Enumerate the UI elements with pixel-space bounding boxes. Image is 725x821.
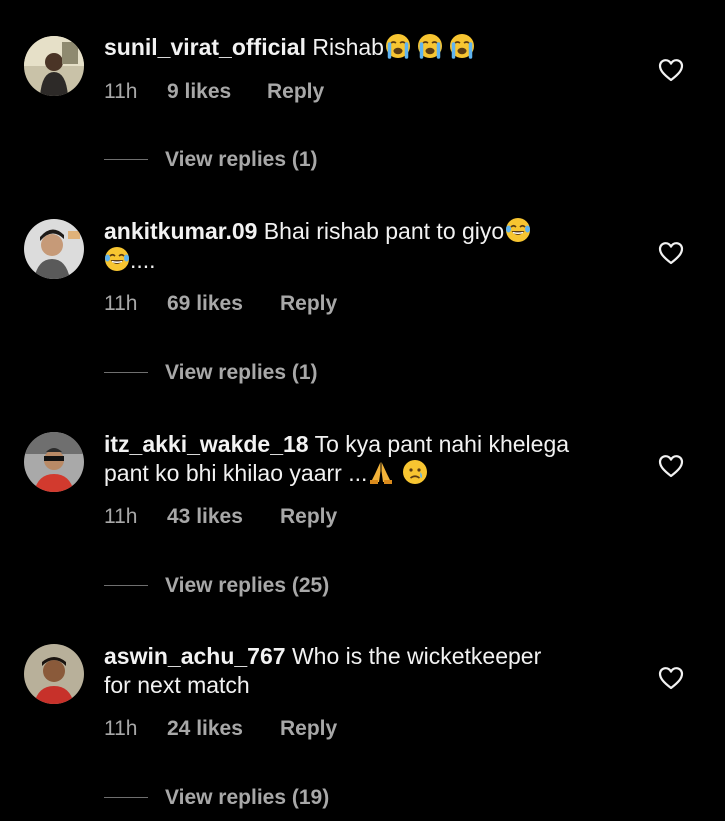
heart-icon[interactable] bbox=[658, 58, 684, 82]
loudly-crying-face-emoji-icon bbox=[385, 33, 411, 59]
comment-body: Who is the wicketkeeper bbox=[285, 643, 542, 669]
heart-icon[interactable] bbox=[658, 241, 684, 265]
divider bbox=[104, 797, 148, 798]
comment-username[interactable]: ankitkumar.09 bbox=[104, 218, 257, 244]
comment-body: To kya pant nahi khelega bbox=[308, 431, 570, 457]
comment-time: 11h bbox=[104, 292, 138, 315]
divider bbox=[104, 585, 148, 586]
comment-likes[interactable]: 69 likes bbox=[167, 292, 243, 316]
comment-likes[interactable]: 9 likes bbox=[167, 80, 231, 104]
view-replies-button[interactable]: View replies (1) bbox=[165, 361, 318, 385]
comment-text: ankitkumar.09 Bhai rishab pant to giyo .… bbox=[104, 217, 624, 275]
comment-likes[interactable]: 43 likes bbox=[167, 505, 243, 529]
divider bbox=[104, 372, 148, 373]
crying-face-emoji-icon bbox=[402, 459, 428, 485]
reply-button[interactable]: Reply bbox=[280, 505, 337, 529]
view-replies-button[interactable]: View replies (25) bbox=[165, 574, 329, 598]
divider bbox=[104, 159, 148, 160]
face-with-tears-of-joy-emoji-icon bbox=[505, 217, 531, 243]
comment-body: Rishab bbox=[305, 34, 384, 60]
avatar[interactable] bbox=[24, 432, 84, 492]
comment-body-line2: for next match bbox=[104, 672, 250, 698]
heart-icon[interactable] bbox=[658, 666, 684, 690]
reply-button[interactable]: Reply bbox=[280, 717, 337, 741]
reply-button[interactable]: Reply bbox=[267, 80, 324, 104]
comment-username[interactable]: aswin_achu_767 bbox=[104, 643, 286, 669]
comment-username[interactable]: itz_akki_wakde_18 bbox=[104, 431, 309, 457]
comment-time: 11h bbox=[104, 717, 138, 740]
comment-body: Bhai rishab pant to giyo bbox=[257, 218, 505, 244]
comment-body-line2: pant ko bhi khilao yaarr ... bbox=[104, 460, 368, 486]
comment-time: 11h bbox=[104, 505, 138, 528]
folded-hands-emoji-icon bbox=[368, 459, 394, 485]
avatar[interactable] bbox=[24, 644, 84, 704]
comment-body-line2: .... bbox=[130, 247, 156, 273]
view-replies-button[interactable]: View replies (1) bbox=[165, 148, 318, 172]
comment-text: sunil_virat_official Rishab bbox=[104, 33, 624, 62]
comment-username[interactable]: sunil_virat_official bbox=[104, 34, 306, 60]
comment-time: 11h bbox=[104, 80, 138, 103]
loudly-crying-face-emoji-icon bbox=[417, 33, 443, 59]
avatar[interactable] bbox=[24, 36, 84, 96]
comment-text: itz_akki_wakde_18 To kya pant nahi khele… bbox=[104, 430, 624, 488]
reply-button[interactable]: Reply bbox=[280, 292, 337, 316]
loudly-crying-face-emoji-icon bbox=[449, 33, 475, 59]
view-replies-button[interactable]: View replies (19) bbox=[165, 786, 329, 810]
heart-icon[interactable] bbox=[658, 454, 684, 478]
comment-text: aswin_achu_767 Who is the wicketkeeper f… bbox=[104, 642, 624, 700]
avatar[interactable] bbox=[24, 219, 84, 279]
comment-likes[interactable]: 24 likes bbox=[167, 717, 243, 741]
face-with-tears-of-joy-emoji-icon bbox=[104, 246, 130, 272]
